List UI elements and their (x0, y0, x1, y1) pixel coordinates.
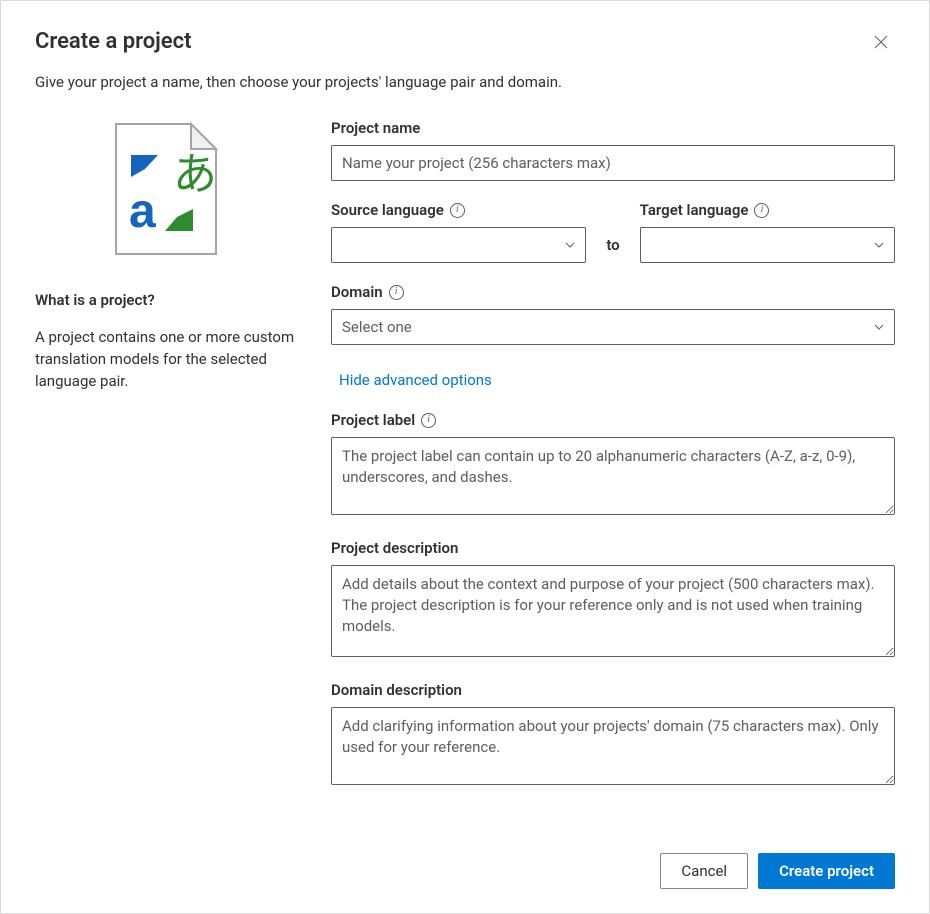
project-label-label: Project label (331, 411, 415, 429)
info-icon[interactable]: i (389, 285, 404, 300)
source-language-label: Source language (331, 201, 444, 219)
domain-field: Domain i Select one (331, 283, 895, 345)
target-language-select[interactable] (640, 227, 895, 263)
svg-text:あ: あ (173, 150, 217, 199)
dialog-subtitle: Give your project a name, then choose yo… (35, 73, 895, 91)
info-icon[interactable]: i (421, 413, 436, 428)
project-name-input[interactable] (331, 145, 895, 181)
project-name-label: Project name (331, 119, 420, 137)
dialog-footer: Cancel Create project (660, 853, 895, 889)
domain-select[interactable]: Select one (331, 309, 895, 345)
sidebar-heading: What is a project? (35, 291, 297, 309)
info-icon[interactable]: i (450, 203, 465, 218)
project-name-field: Project name (331, 119, 895, 181)
domain-description-label: Domain description (331, 681, 462, 699)
info-sidebar: あ a What is a project? A project contain… (35, 119, 297, 809)
close-button[interactable] (867, 29, 895, 57)
cancel-button[interactable]: Cancel (660, 853, 748, 889)
project-description-label: Project description (331, 539, 458, 557)
svg-text:a: a (129, 185, 156, 238)
project-description-field: Project description (331, 539, 895, 661)
info-icon[interactable]: i (754, 203, 769, 218)
source-language-select[interactable] (331, 227, 586, 263)
project-description-input[interactable] (331, 565, 895, 657)
project-label-field: Project label i (331, 411, 895, 519)
target-language-label: Target language (640, 201, 749, 219)
create-project-dialog: Create a project Give your project a nam… (0, 0, 930, 914)
language-to-separator: to (606, 227, 619, 263)
project-label-input[interactable] (331, 437, 895, 515)
domain-description-field: Domain description (331, 681, 895, 789)
domain-description-input[interactable] (331, 707, 895, 785)
dialog-title: Create a project (35, 29, 192, 54)
toggle-advanced-link[interactable]: Hide advanced options (337, 367, 494, 393)
translator-document-icon: あ a (111, 119, 221, 259)
create-project-button[interactable]: Create project (758, 853, 895, 889)
form-area: Project name Source language i (331, 119, 895, 809)
dialog-header: Create a project (35, 29, 895, 57)
sidebar-body: A project contains one or more custom tr… (35, 327, 297, 392)
source-language-field: Source language i (331, 201, 586, 263)
domain-label: Domain (331, 283, 383, 301)
target-language-field: Target language i (640, 201, 895, 263)
close-icon (874, 35, 888, 52)
